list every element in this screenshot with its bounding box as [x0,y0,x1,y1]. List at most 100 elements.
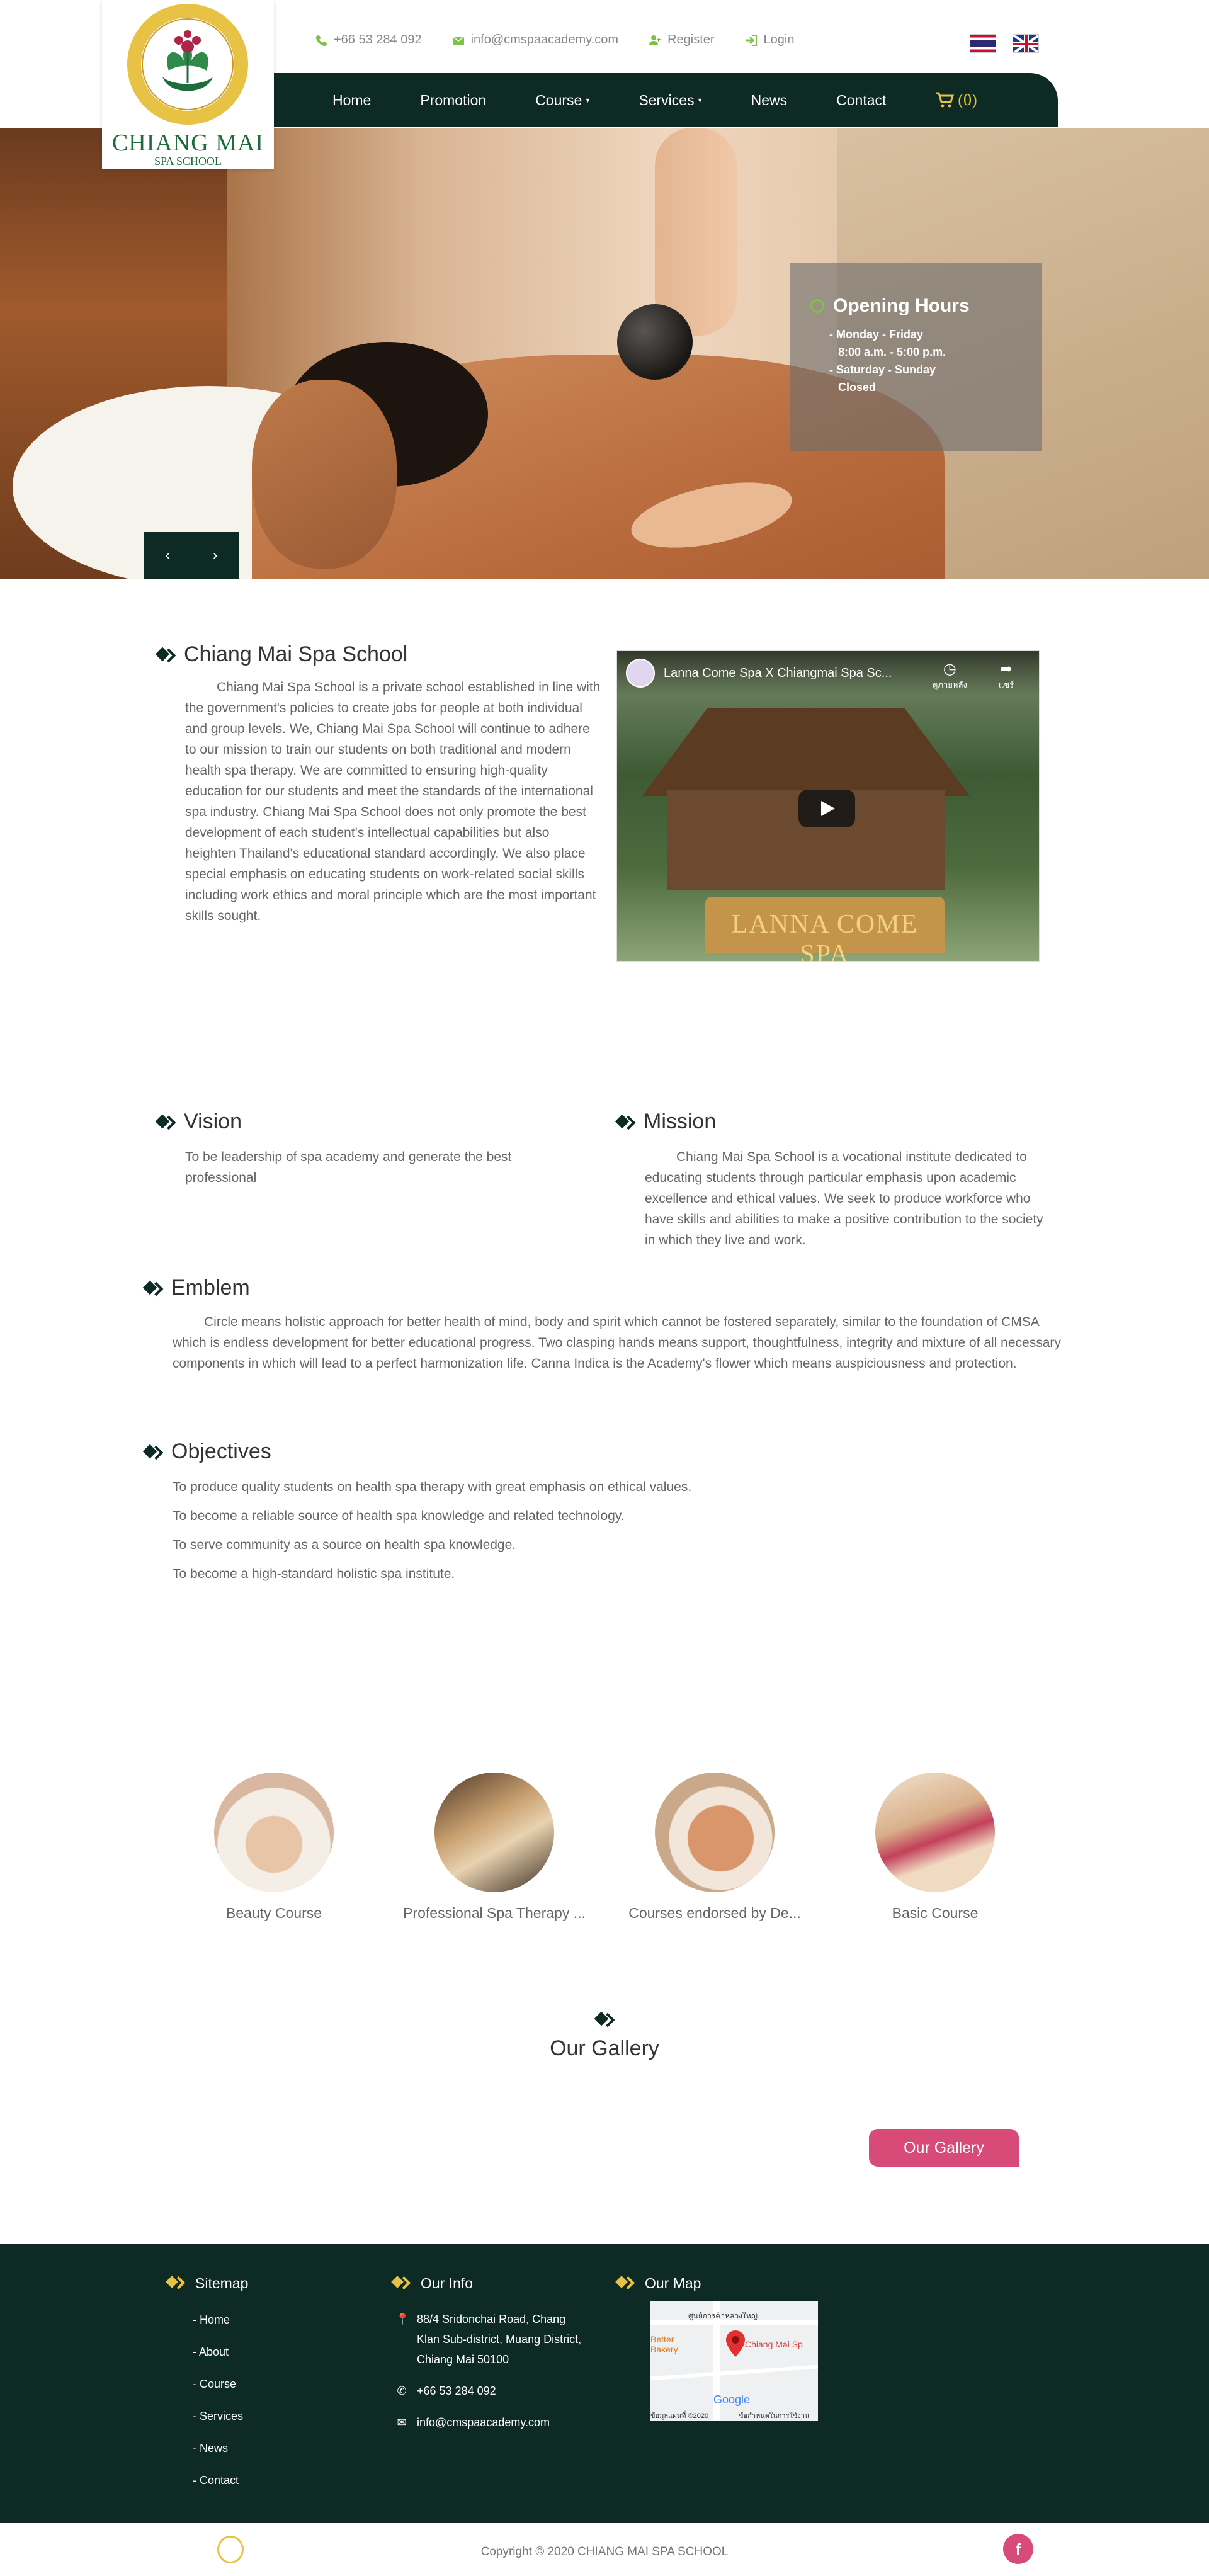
google-logo: Google [713,2393,751,2406]
nav-contact[interactable]: Contact [836,92,886,109]
hours-line: - Saturday - Sunday [829,363,936,376]
google-map[interactable]: ศูนย์การค้าหลวงใหญ่ Better Bakery Chiang… [650,2301,818,2421]
email-row[interactable]: ✉ info@cmspaacademy.com [395,2412,587,2432]
objective-item: To become a reliable source of health sp… [173,1509,625,1523]
logo-subtitle: SPA SCHOOL [154,155,222,167]
play-button[interactable] [798,790,855,827]
cart-count: (0) [958,91,977,109]
address-text: 88/4 Sridonchai Road, Chang Klan Sub-dis… [417,2313,582,2366]
cart-icon [936,92,955,108]
course-label: Basic Course [892,1905,979,1921]
hero-photo-face [252,380,397,569]
nav-services-label: Services [639,91,695,108]
map-label: Chiang Mai Sp [745,2339,803,2349]
objective-item: To become a high-standard holistic spa i… [173,1567,455,1581]
nav-news-label: News [751,91,788,108]
hours-line: Closed [838,381,877,394]
diamond-icon [392,2274,411,2293]
login-link[interactable]: Login [745,33,794,47]
footer-phone-text: +66 53 284 092 [417,2385,496,2397]
course-label: Professional Spa Therapy ... [403,1905,586,1921]
nav-course[interactable]: Course ▾ [535,92,589,109]
info-heading: Our Info [421,2274,474,2291]
diamond-icon [156,645,175,664]
phone-link[interactable]: +66 53 284 092 [315,33,422,47]
emblem-heading: Emblem [171,1276,250,1300]
map-label: Better Bakery [650,2334,678,2354]
nav-news[interactable]: News [751,92,788,109]
clock-icon [810,299,824,313]
nav-home-label: Home [332,91,372,108]
about-title: Chiang Mai Spa School [156,642,603,667]
sitemap-link-news[interactable]: - News [193,2432,248,2465]
top-info-bar: +66 53 284 092 info@cmspaacademy.com Reg… [315,33,794,47]
nav-services[interactable]: Services ▾ [639,92,701,109]
nav-contact-label: Contact [836,91,887,108]
sitemap-link-services[interactable]: - Services [193,2400,248,2432]
video-sign-text: LANNA COME SPA [731,910,919,962]
map-data-label: ข้อมูลแผนที่ ©2020 [650,2412,709,2420]
register-text: Register [667,33,715,47]
phone-text: +66 53 284 092 [334,33,422,47]
youtube-video[interactable]: LANNA COME SPA Lanna Come Spa X Chiangma… [616,650,1040,962]
emblem-text: Circle means holistic approach for bette… [173,1315,1061,1371]
watch-later-button[interactable]: ◷ ดูภายหลัง [933,660,967,691]
thai-flag-icon[interactable] [970,34,996,53]
about-heading: Chiang Mai Spa School [184,642,408,666]
footer-sitemap: Sitemap - Home - About - Course - Servic… [166,2274,248,2497]
phone-icon: ✆ [397,2385,407,2397]
mission-title: Mission [616,1109,1044,1134]
objectives-heading: Objectives [171,1439,271,1463]
emblem-icon [127,4,248,125]
map-heading: Our Map [645,2274,701,2291]
vision-title: Vision [156,1109,584,1134]
facebook-icon[interactable]: f [1003,2534,1033,2564]
logo-title: CHIANG MAI [111,130,264,156]
our-gallery-button[interactable]: Our Gallery [869,2129,1019,2167]
hero-photo-arm [655,128,737,336]
phone-row[interactable]: ✆ +66 53 284 092 [395,2381,587,2401]
video-title[interactable]: Lanna Come Spa X Chiangmai Spa Sc... [664,666,892,681]
course-image [214,1773,334,1892]
share-button[interactable]: ➦ แชร์ [999,660,1014,691]
course-card-basic[interactable]: Basic Course [834,1773,1036,1922]
site-logo[interactable]: CHIANG MAI SPA SCHOOL [102,0,274,169]
nav-home[interactable]: Home [332,92,371,109]
course-label: Beauty Course [225,1905,322,1921]
gallery-title: Our Gallery [550,2036,659,2060]
channel-avatar[interactable] [626,659,655,688]
opening-hours-list: - Monday - Friday 8:00 a.m. - 5:00 p.m. … [829,326,1042,396]
objectives-section: Objectives To produce quality students o… [144,1439,1063,1584]
user-plus-icon [649,35,661,45]
video-actions: ◷ ดูภายหลัง ➦ แชร์ [933,660,1014,691]
hours-line: - Monday - Friday [829,328,924,341]
cart-button[interactable]: (0) [935,91,977,110]
hours-line: 8:00 a.m. - 5:00 p.m. [838,346,946,358]
share-label: แชร์ [998,680,1014,689]
map-road [650,2364,818,2381]
course-card-professional[interactable]: Professional Spa Therapy ... [394,1773,595,1922]
course-image [434,1773,554,1892]
next-slide-button[interactable]: › [213,547,218,564]
sitemap-link-home[interactable]: - Home [193,2304,248,2336]
uk-flag-icon[interactable] [1013,34,1039,53]
course-image [655,1773,775,1892]
main-navigation: Home Promotion Course ▾ Services ▾ News Co… [271,73,1058,127]
prev-slide-button[interactable]: ‹ [166,547,171,564]
sitemap-link-about[interactable]: - About [193,2336,248,2368]
diamond-icon [595,2010,614,2029]
course-card-beauty[interactable]: Beauty Course [173,1773,375,1922]
email-link[interactable]: info@cmspaacademy.com [452,33,618,47]
register-link[interactable]: Register [649,33,715,47]
course-card-endorsed[interactable]: Courses endorsed by De... [614,1773,815,1922]
objectives-list: To produce quality students on health sp… [173,1477,1063,1584]
nav-promotion[interactable]: Promotion [420,92,486,109]
objective-item: To produce quality students on health sp… [173,1480,692,1494]
sitemap-link-contact[interactable]: - Contact [193,2465,248,2497]
caret-down-icon: ▾ [586,96,590,105]
vision-text: To be leadership of spa academy and gene… [185,1150,512,1185]
envelope-icon: ✉ [397,2416,407,2429]
sitemap-link-course[interactable]: - Course [193,2368,248,2400]
course-list: Beauty Course Professional Spa Therapy .… [173,1773,1036,1922]
diamond-icon [144,1443,162,1461]
